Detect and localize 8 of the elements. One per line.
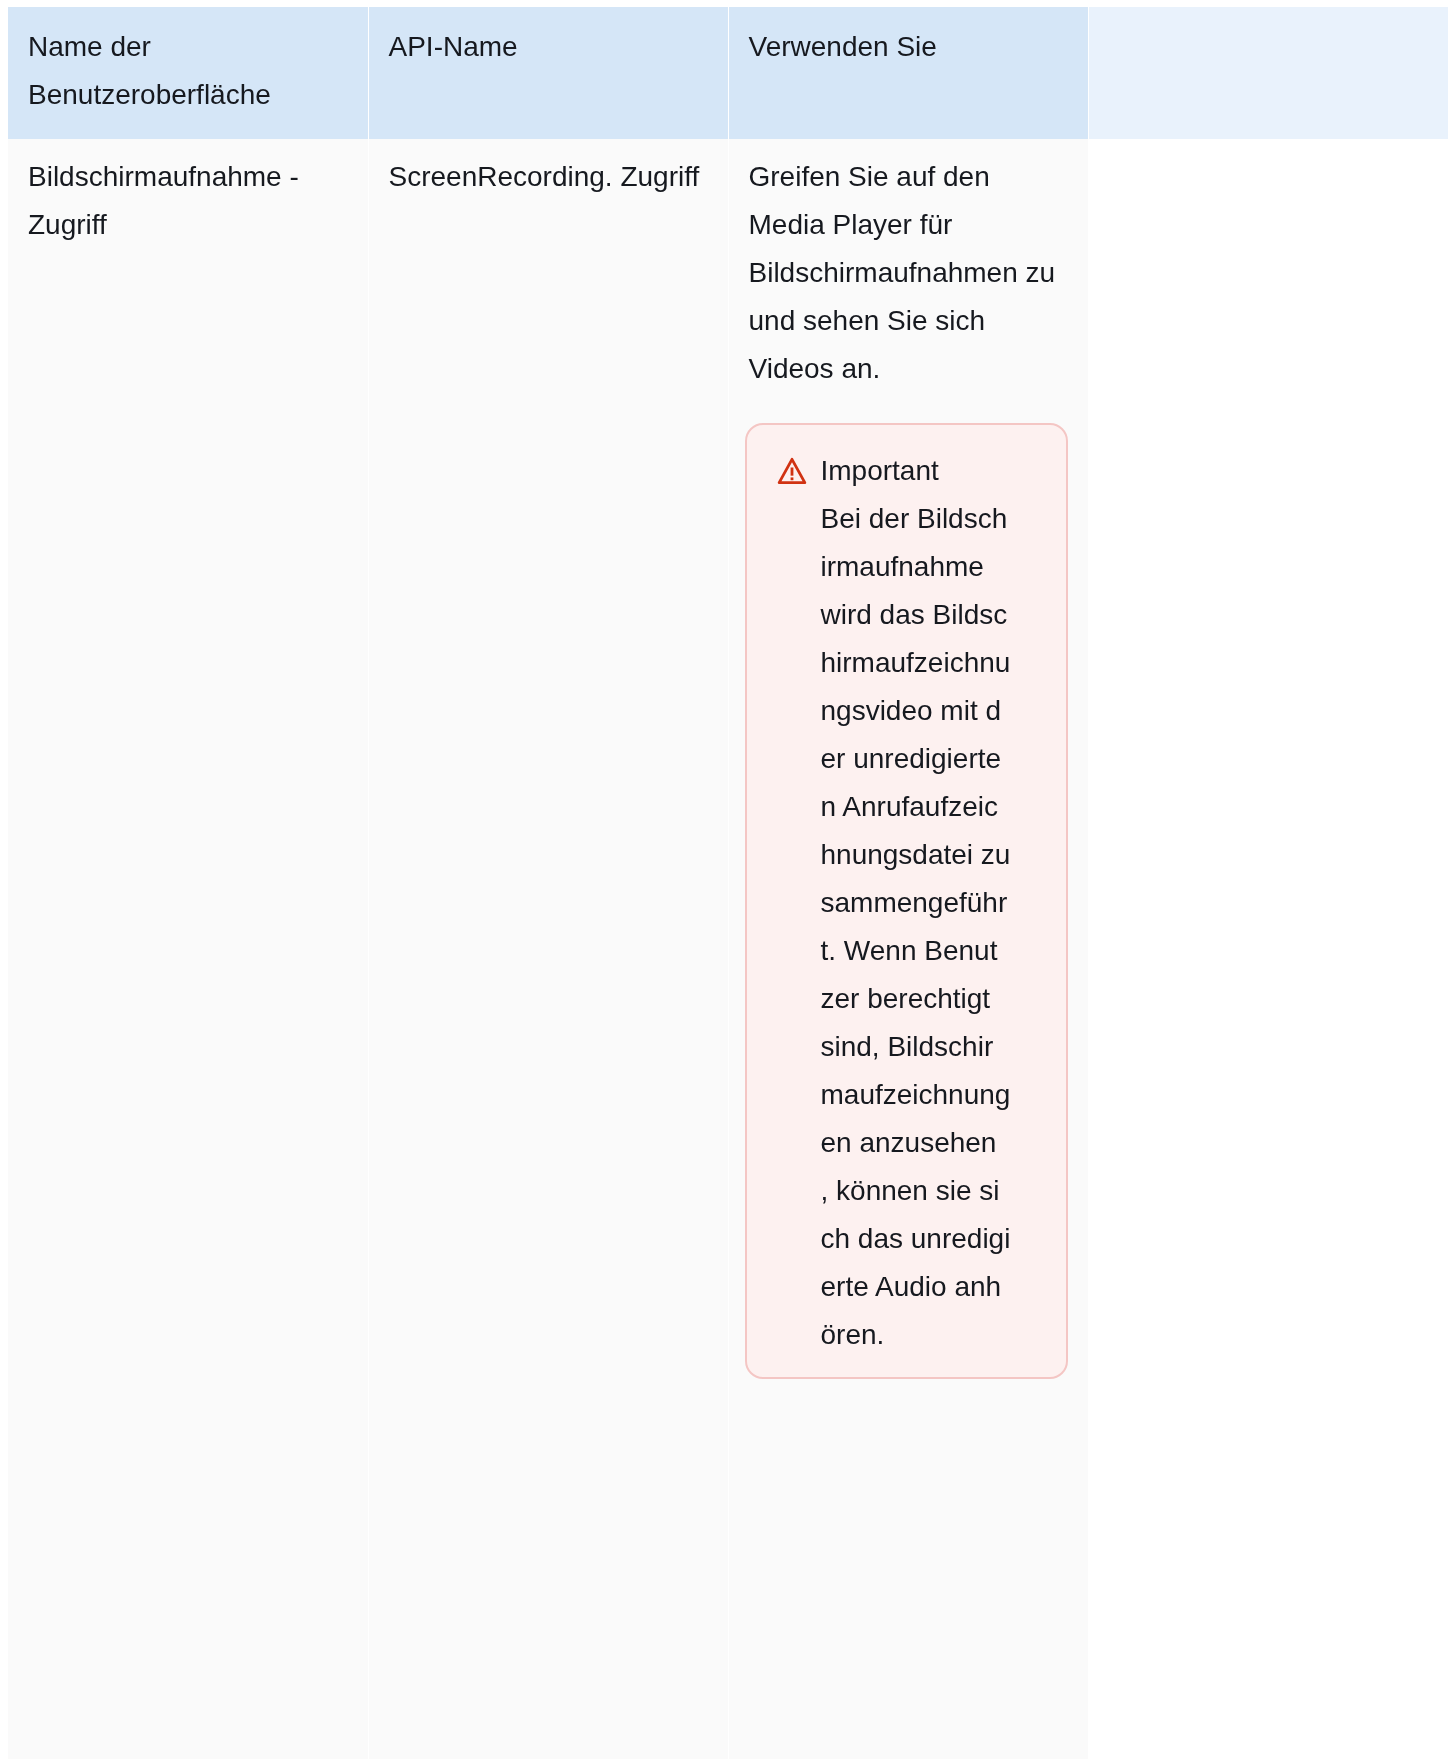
alert-title: Important — [820, 454, 940, 488]
column-header: API-Name — [368, 7, 728, 139]
column-header: Name der Benutzeroberfläche — [8, 7, 368, 139]
alert-text: Bei der Bildschirmaufnahme wird das Bildschirmaufzeichnungsvideo mit der unredigierten Anrufaufzeichnungsdatei zusammengeführt. Wenn Benutzer berechtigt sind, Bildschirmaufzeichnungen anzusehen , können sie sich das unredigierte Audio anhören. — [820, 502, 1011, 1352]
column-header: Verwenden Sie — [728, 7, 1088, 139]
table-cell: Bildschirmaufnahme - Zugriff — [28, 161, 299, 240]
table-cell: ScreenRecording. Zugriff — [388, 161, 700, 192]
table-cell-text: Greifen Sie auf den Media Player für Bildschirmaufnahmen zu und sehen Sie sich Videos an. — [748, 160, 1057, 386]
